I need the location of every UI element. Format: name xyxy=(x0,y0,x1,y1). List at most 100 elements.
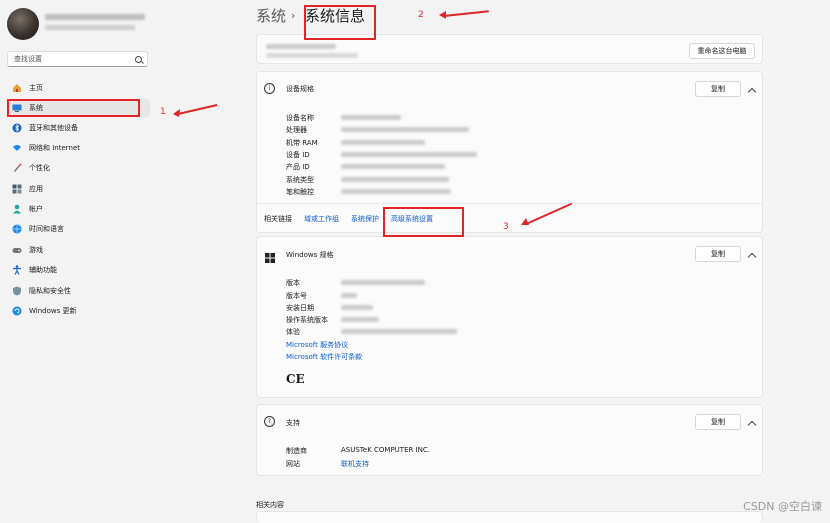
info-icon: i xyxy=(264,83,275,94)
update-icon xyxy=(12,306,22,316)
wifi-icon xyxy=(12,143,22,153)
chevron-up-icon[interactable] xyxy=(747,252,757,262)
account-icon xyxy=(12,204,22,214)
breadcrumb-separator: › xyxy=(291,9,296,22)
spec-value-redacted xyxy=(341,177,449,182)
sidebar-item-label: 隐私和安全性 xyxy=(29,287,71,295)
sidebar-item-apps[interactable]: 应用 xyxy=(7,180,150,198)
spec-value-redacted xyxy=(341,189,451,194)
search-icon xyxy=(135,56,142,63)
support-label: 网站 xyxy=(286,460,300,468)
annotation-box-3 xyxy=(383,207,464,237)
bluetooth-icon xyxy=(12,123,22,133)
spec-label: 操作系统版本 xyxy=(286,316,328,324)
support-title: 支持 xyxy=(286,419,300,427)
device-model-redacted xyxy=(266,53,358,58)
sidebar-item-network[interactable]: 网络和 Internet xyxy=(7,139,150,157)
spec-label: 安装日期 xyxy=(286,304,314,312)
related-content-title: 相关内容 xyxy=(256,501,284,509)
annotation-arrowhead-1 xyxy=(173,109,180,117)
spec-label: 设备名称 xyxy=(286,114,314,122)
sidebar-item-accounts[interactable]: 帐户 xyxy=(7,200,150,218)
windows-specs-card: Windows 规格 复制 版本 版本号 安装日期 操作系统版本 体验 Micr… xyxy=(256,236,763,398)
sidebar-item-windows-update[interactable]: Windows 更新 xyxy=(7,302,150,320)
sidebar-item-accessibility[interactable]: 辅助功能 xyxy=(7,261,150,279)
brush-icon xyxy=(12,163,22,173)
sidebar-item-label: 主页 xyxy=(29,84,43,92)
user-name-redacted xyxy=(45,14,145,20)
annotation-box-1 xyxy=(7,99,140,117)
sidebar-item-time-language[interactable]: 时间和语言 xyxy=(7,220,150,238)
ce-mark: CE xyxy=(286,372,305,386)
annotation-arrowhead-3 xyxy=(521,218,529,225)
avatar[interactable] xyxy=(7,8,39,40)
spec-label: 笔和触控 xyxy=(286,188,314,196)
help-icon: ? xyxy=(264,416,275,427)
spec-label: 体验 xyxy=(286,328,300,336)
manufacturer-value: ASUSTeK COMPUTER INC. xyxy=(341,446,430,454)
sidebar-item-label: 帐户 xyxy=(29,205,43,213)
spec-label: 机带 RAM xyxy=(286,139,318,147)
sidebar-item-home[interactable]: 主页 xyxy=(7,79,150,97)
system-protection-link[interactable]: 系统保护 xyxy=(351,214,379,224)
spec-value-redacted xyxy=(341,329,457,334)
sidebar-item-bluetooth[interactable]: 蓝牙和其他设备 xyxy=(7,119,150,137)
windows-specs-title: Windows 规格 xyxy=(286,251,334,259)
sidebar-item-label: 时间和语言 xyxy=(29,225,64,233)
chevron-up-icon[interactable] xyxy=(747,87,757,97)
divider xyxy=(257,203,762,204)
sidebar-item-label: 应用 xyxy=(29,185,43,193)
windows-logo-icon xyxy=(265,248,275,267)
sidebar-item-label: 辅助功能 xyxy=(29,266,57,274)
annotation-number-1: 1 xyxy=(160,107,166,117)
search-input[interactable]: 查找设置 xyxy=(7,51,148,67)
domain-workgroup-link[interactable]: 域或工作组 xyxy=(304,214,339,224)
spec-value-redacted xyxy=(341,127,469,132)
chevron-up-icon[interactable] xyxy=(747,420,757,430)
gamepad-icon xyxy=(12,245,22,255)
sidebar-item-label: Windows 更新 xyxy=(29,307,77,315)
globe-clock-icon xyxy=(12,224,22,234)
breadcrumb-parent[interactable]: 系统 xyxy=(256,5,286,26)
sidebar-item-label: 个性化 xyxy=(29,164,50,172)
sidebar-item-label: 网络和 Internet xyxy=(29,144,81,152)
device-specs-card: i 设备规格 复制 设备名称 处理器 机带 RAM 设备 ID 产品 ID 系统… xyxy=(256,71,763,233)
sidebar-item-gaming[interactable]: 游戏 xyxy=(7,241,150,259)
spec-label: 版本 xyxy=(286,279,300,287)
rename-pc-button[interactable]: 重命名这台电脑 xyxy=(689,43,755,59)
sidebar-item-personalization[interactable]: 个性化 xyxy=(7,159,150,177)
accessibility-icon xyxy=(12,265,22,275)
spec-value-redacted xyxy=(341,305,373,310)
user-email-redacted xyxy=(45,25,135,30)
sidebar-item-label: 游戏 xyxy=(29,246,43,254)
spec-label: 版本号 xyxy=(286,292,307,300)
spec-value-redacted xyxy=(341,164,445,169)
spec-value-redacted xyxy=(341,317,379,322)
watermark: CSDN @空白谏 xyxy=(743,500,822,513)
annotation-arrow-2 xyxy=(443,10,489,17)
spec-value-redacted xyxy=(341,152,477,157)
service-agreement-link[interactable]: Microsoft 服务协议 xyxy=(286,340,348,350)
copy-windows-specs-button[interactable]: 复制 xyxy=(695,246,741,262)
shield-icon xyxy=(12,286,22,296)
search-placeholder: 查找设置 xyxy=(14,55,42,63)
spec-value-redacted xyxy=(341,140,425,145)
online-support-link[interactable]: 联机支持 xyxy=(341,459,369,469)
home-icon xyxy=(12,83,22,93)
license-terms-link[interactable]: Microsoft 软件许可条款 xyxy=(286,352,362,362)
device-specs-title: 设备规格 xyxy=(286,85,314,93)
sidebar: 查找设置 主页 系统 蓝牙和其他设备 网络和 Internet 个性化 应用 帐… xyxy=(0,0,160,521)
spec-value-redacted xyxy=(341,115,401,120)
support-card: ? 支持 复制 制造商 ASUSTeK COMPUTER INC. 网站 联机支… xyxy=(256,404,763,476)
device-name-redacted xyxy=(266,44,336,49)
annotation-box-2 xyxy=(304,5,376,40)
sidebar-item-privacy[interactable]: 隐私和安全性 xyxy=(7,282,150,300)
sidebar-item-label: 蓝牙和其他设备 xyxy=(29,124,78,132)
annotation-number-3: 3 xyxy=(503,222,509,232)
copy-device-specs-button[interactable]: 复制 xyxy=(695,81,741,97)
annotation-number-2: 2 xyxy=(418,10,424,20)
copy-support-button[interactable]: 复制 xyxy=(695,414,741,430)
related-content-card xyxy=(256,511,763,523)
spec-value-redacted xyxy=(341,280,425,285)
spec-label: 系统类型 xyxy=(286,176,314,184)
